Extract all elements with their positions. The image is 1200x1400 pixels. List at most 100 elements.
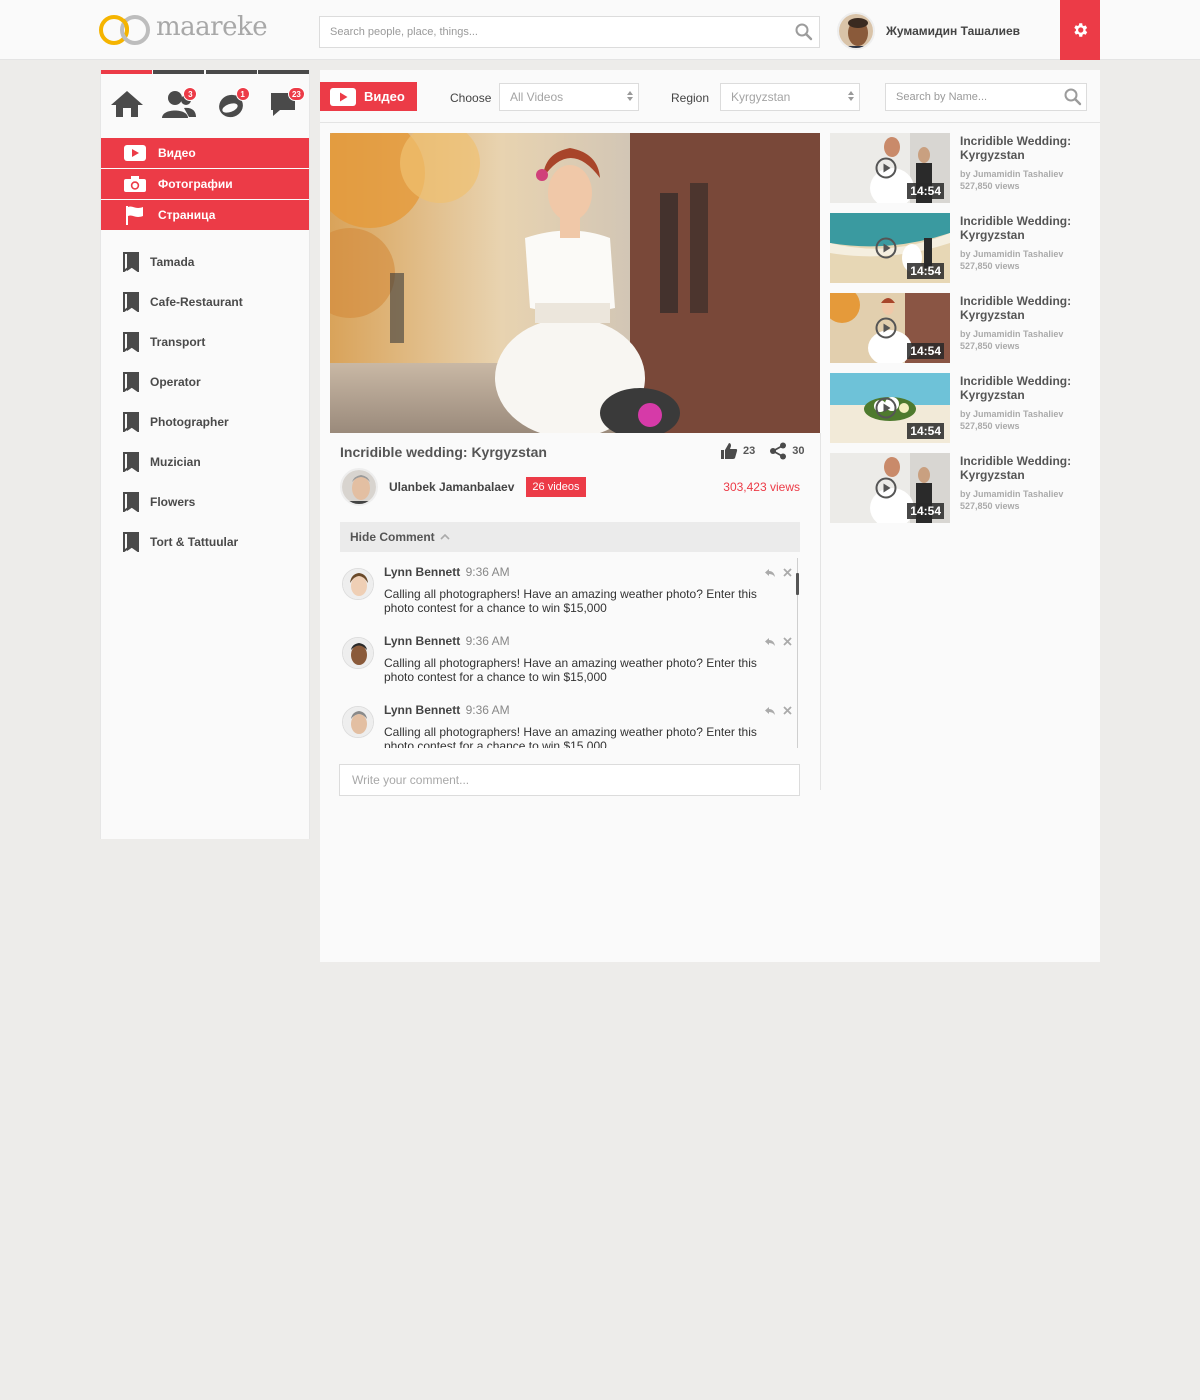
commenter-name[interactable]: Lynn Bennett	[384, 703, 460, 717]
commenter-name[interactable]: Lynn Bennett	[384, 634, 460, 648]
user-avatar[interactable]	[837, 12, 875, 50]
related-title[interactable]: Incridible Wedding: Kyrgyzstan	[960, 294, 1090, 322]
related-thumbnail[interactable]: 14:54	[830, 213, 950, 283]
related-video-item[interactable]: 14:54 Incridible Wedding: Kyrgyzstan by …	[830, 293, 1090, 373]
settings-button[interactable]	[1060, 0, 1100, 60]
comment-list[interactable]: Lynn Bennett 9:36 AM Calling all photogr…	[340, 558, 798, 748]
comment-input-box[interactable]	[339, 764, 800, 796]
comment-scrollbar[interactable]	[796, 573, 799, 595]
video-title: Incridible wedding: Kyrgyzstan	[340, 444, 547, 460]
related-thumbnail[interactable]: 14:54	[830, 373, 950, 443]
bookmark-icon	[123, 332, 139, 352]
commenter-avatar[interactable]	[342, 637, 374, 669]
rings-logo-icon	[99, 15, 150, 45]
related-title[interactable]: Incridible Wedding: Kyrgyzstan	[960, 454, 1090, 482]
related-views: 527,850 views	[960, 261, 1020, 271]
camera-icon	[124, 176, 146, 192]
related-video-item[interactable]: 14:54 Incridible Wedding: Kyrgyzstan by …	[830, 373, 1090, 453]
related-author: by Jumamidin Tashaliev	[960, 329, 1064, 339]
category-photos[interactable]: Фотографии	[101, 169, 309, 199]
play-icon	[875, 157, 897, 184]
related-video-item[interactable]: 14:54 Incridible Wedding: Kyrgyzstan by …	[830, 453, 1090, 533]
reply-icon[interactable]	[765, 706, 775, 715]
filter-toolbar: Видео Choose All Videos Region Kyrgyzsta…	[320, 70, 1100, 123]
commenter-avatar[interactable]	[342, 568, 374, 600]
reply-icon[interactable]	[765, 637, 775, 646]
comment-time: 9:36 AM	[465, 703, 510, 717]
share-count: 30	[792, 445, 805, 457]
bookmark-icon	[123, 252, 139, 272]
global-search[interactable]	[319, 16, 820, 48]
search-icon[interactable]	[1064, 88, 1082, 111]
like-button[interactable]: 23	[720, 442, 755, 460]
share-button[interactable]: 30	[769, 442, 805, 460]
sub-item[interactable]: Cafe-Restaurant	[101, 282, 309, 322]
related-videos: 14:54 Incridible Wedding: Kyrgyzstan by …	[830, 133, 1090, 533]
sub-item[interactable]: Tamada	[101, 242, 309, 282]
hide-comment-toggle[interactable]: Hide Comment	[340, 522, 800, 552]
thumbs-up-icon	[721, 443, 738, 459]
gear-icon	[1074, 23, 1088, 37]
related-thumbnail[interactable]: 14:54	[830, 293, 950, 363]
home-icon	[110, 91, 143, 117]
choose-value: All Videos	[510, 90, 564, 104]
choose-select[interactable]: All Videos	[499, 83, 639, 111]
related-video-item[interactable]: 14:54 Incridible Wedding: Kyrgyzstan by …	[830, 213, 1090, 293]
sub-item[interactable]: Flowers	[101, 482, 309, 522]
author-name[interactable]: Ulanbek Jamanbalaev	[389, 480, 514, 494]
commenter-avatar[interactable]	[342, 706, 374, 738]
name-search-input[interactable]	[886, 84, 1086, 110]
like-count: 23	[743, 445, 756, 457]
category-page[interactable]: Страница	[101, 200, 309, 230]
region-select[interactable]: Kyrgyzstan	[720, 83, 860, 111]
comment-input[interactable]	[340, 765, 799, 795]
sub-item-label: Tamada	[150, 255, 195, 269]
related-thumbnail[interactable]: 14:54	[830, 133, 950, 203]
close-icon[interactable]	[783, 706, 792, 715]
sub-item[interactable]: Operator	[101, 362, 309, 402]
play-icon	[875, 317, 897, 344]
related-title[interactable]: Incridible Wedding: Kyrgyzstan	[960, 214, 1090, 242]
bookmark-icon	[123, 532, 139, 552]
close-icon[interactable]	[783, 568, 792, 577]
search-icon[interactable]	[795, 23, 813, 46]
close-icon[interactable]	[783, 637, 792, 646]
category-video[interactable]: Видео	[101, 138, 309, 168]
subcategory-list: Tamada Cafe-Restaurant Transport Operato…	[101, 242, 309, 562]
author-avatar[interactable]	[340, 468, 378, 506]
commenter-name[interactable]: Lynn Bennett	[384, 565, 460, 579]
name-search[interactable]	[885, 83, 1087, 111]
sub-item[interactable]: Transport	[101, 322, 309, 362]
related-title[interactable]: Incridible Wedding: Kyrgyzstan	[960, 374, 1090, 402]
nav-home[interactable]	[101, 70, 152, 134]
global-search-input[interactable]	[320, 17, 819, 47]
related-thumbnail[interactable]: 14:54	[830, 453, 950, 523]
sub-item-label: Flowers	[150, 495, 196, 509]
sub-item[interactable]: Photographer	[101, 402, 309, 442]
reply-icon[interactable]	[765, 568, 775, 577]
bookmark-icon	[123, 372, 139, 392]
nav-messages[interactable]: 23	[257, 70, 309, 134]
bookmark-icon	[123, 452, 139, 472]
related-title[interactable]: Incridible Wedding: Kyrgyzstan	[960, 134, 1090, 162]
nav-friends[interactable]: 3	[153, 70, 205, 134]
category-label: Страница	[158, 208, 216, 222]
video-duration: 14:54	[907, 503, 944, 519]
bookmark-icon	[123, 412, 139, 432]
nav-notifications[interactable]: 1	[205, 70, 257, 134]
view-count: 303,423 views	[723, 480, 800, 494]
user-name[interactable]: Жумамидин Ташалиев	[886, 24, 1020, 38]
column-divider	[820, 433, 821, 790]
related-views: 527,850 views	[960, 181, 1020, 191]
select-arrows-icon	[848, 91, 854, 101]
comment-time: 9:36 AM	[465, 565, 510, 579]
sub-item-label: Photographer	[150, 415, 229, 429]
related-video-item[interactable]: 14:54 Incridible Wedding: Kyrgyzstan by …	[830, 133, 1090, 213]
video-player[interactable]	[330, 133, 820, 433]
sub-item[interactable]: Tort & Tattuular	[101, 522, 309, 562]
play-icon	[875, 397, 897, 424]
current-user[interactable]: Жумамидин Ташалиев	[837, 12, 1020, 50]
sub-item[interactable]: Muzician	[101, 442, 309, 482]
logo[interactable]: maareke	[99, 12, 268, 48]
author-video-count[interactable]: 26 videos	[526, 477, 586, 497]
